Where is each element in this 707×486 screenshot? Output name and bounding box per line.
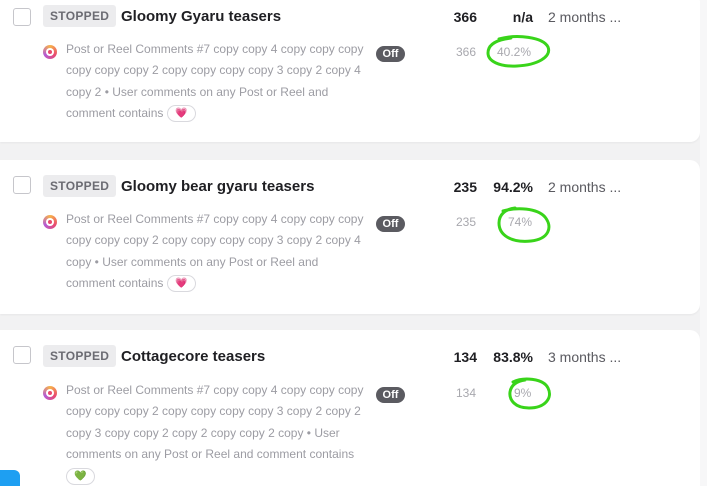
help-widget-button[interactable] (0, 470, 20, 486)
automation-title[interactable]: Gloomy bear gyaru teasers (121, 178, 314, 195)
automation-card-3[interactable]: STOPPED Cottagecore teasers 134 83.8% 3 … (0, 330, 700, 486)
status-toggle[interactable]: Off (376, 387, 405, 403)
green-circle-annotation (508, 377, 551, 410)
step-count: 134 (455, 386, 476, 400)
trigger-description-text: Post or Reel Comments #7 copy copy 4 cop… (66, 42, 364, 120)
conversion-percent: 83.8% (493, 349, 533, 365)
row-checkbox[interactable] (13, 176, 31, 194)
status-toggle[interactable]: Off (376, 46, 405, 62)
green-circle-annotation (486, 35, 551, 68)
automation-card-2[interactable]: STOPPED Gloomy bear gyaru teasers 235 94… (0, 160, 700, 314)
status-badge: STOPPED (43, 345, 117, 367)
status-toggle[interactable]: Off (376, 216, 405, 232)
trigger-description: Post or Reel Comments #7 copy copy 4 cop… (66, 209, 366, 294)
trigger-description: Post or Reel Comments #7 copy copy 4 cop… (66, 380, 366, 486)
step-count: 235 (455, 215, 476, 229)
last-updated-time: 2 months ... (548, 179, 622, 195)
status-badge: STOPPED (43, 175, 117, 197)
step-count: 366 (455, 45, 476, 59)
instagram-icon (43, 386, 57, 400)
conversion-percent: 94.2% (493, 179, 533, 195)
scrollbar-track[interactable] (700, 0, 707, 486)
trigger-description-text: Post or Reel Comments #7 copy copy 4 cop… (66, 383, 364, 461)
last-updated-time: 2 months ... (548, 9, 622, 25)
row-checkbox[interactable] (13, 346, 31, 364)
automation-title[interactable]: Cottagecore teasers (121, 348, 265, 365)
green-circle-annotation (497, 206, 551, 243)
automation-card-1[interactable]: STOPPED Gloomy Gyaru teasers 366 n/a 2 m… (0, 0, 700, 142)
conversion-percent: n/a (512, 9, 533, 25)
last-updated-time: 3 months ... (548, 349, 622, 365)
automation-title[interactable]: Gloomy Gyaru teasers (121, 8, 281, 25)
row-checkbox[interactable] (13, 8, 31, 26)
trigger-description-text: Post or Reel Comments #7 copy copy 4 cop… (66, 212, 364, 290)
heart-emoji-chip: 💗 (166, 275, 196, 293)
heart-emoji-chip: 💚 (66, 467, 95, 485)
heart-emoji-chip: 💗 (166, 105, 196, 123)
trigger-description: Post or Reel Comments #7 copy copy 4 cop… (66, 39, 366, 124)
status-badge: STOPPED (43, 5, 117, 27)
instagram-icon (43, 45, 57, 59)
instagram-icon (43, 215, 57, 229)
